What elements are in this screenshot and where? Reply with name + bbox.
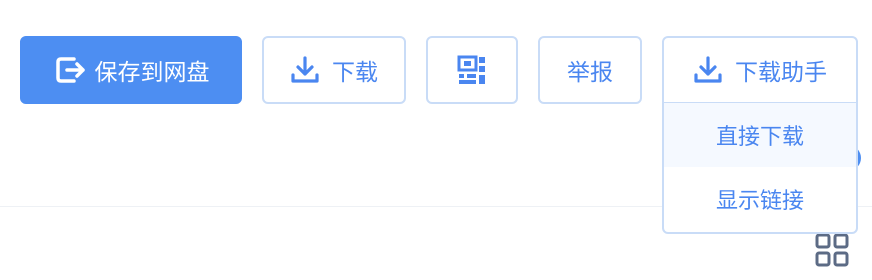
grid-icon[interactable] [814, 232, 850, 268]
qr-code-button[interactable] [426, 36, 518, 104]
download-helper-dropdown: 直接下载 显示链接 [662, 102, 858, 234]
download-icon [693, 55, 723, 85]
page: 保存到网盘 下载 举报 下载助手 直接下载 显示链接 [0, 0, 872, 280]
qr-code-icon [457, 55, 487, 85]
direct-download-item[interactable]: 直接下载 [664, 103, 856, 167]
report-button-label: 举报 [567, 60, 613, 86]
save-to-netdisk-button[interactable]: 保存到网盘 [20, 36, 242, 104]
download-icon [290, 55, 320, 85]
download-button[interactable]: 下载 [262, 36, 406, 104]
save-button-label: 保存到网盘 [94, 60, 210, 86]
download-helper-label: 下载助手 [735, 60, 827, 86]
report-button[interactable]: 举报 [538, 36, 642, 104]
direct-download-label: 直接下载 [715, 125, 804, 150]
show-link-item[interactable]: 显示链接 [664, 167, 856, 231]
export-icon [53, 53, 87, 87]
download-button-label: 下载 [332, 60, 378, 86]
download-helper-button[interactable]: 下载助手 [662, 36, 858, 104]
show-link-label: 显示链接 [715, 189, 804, 214]
